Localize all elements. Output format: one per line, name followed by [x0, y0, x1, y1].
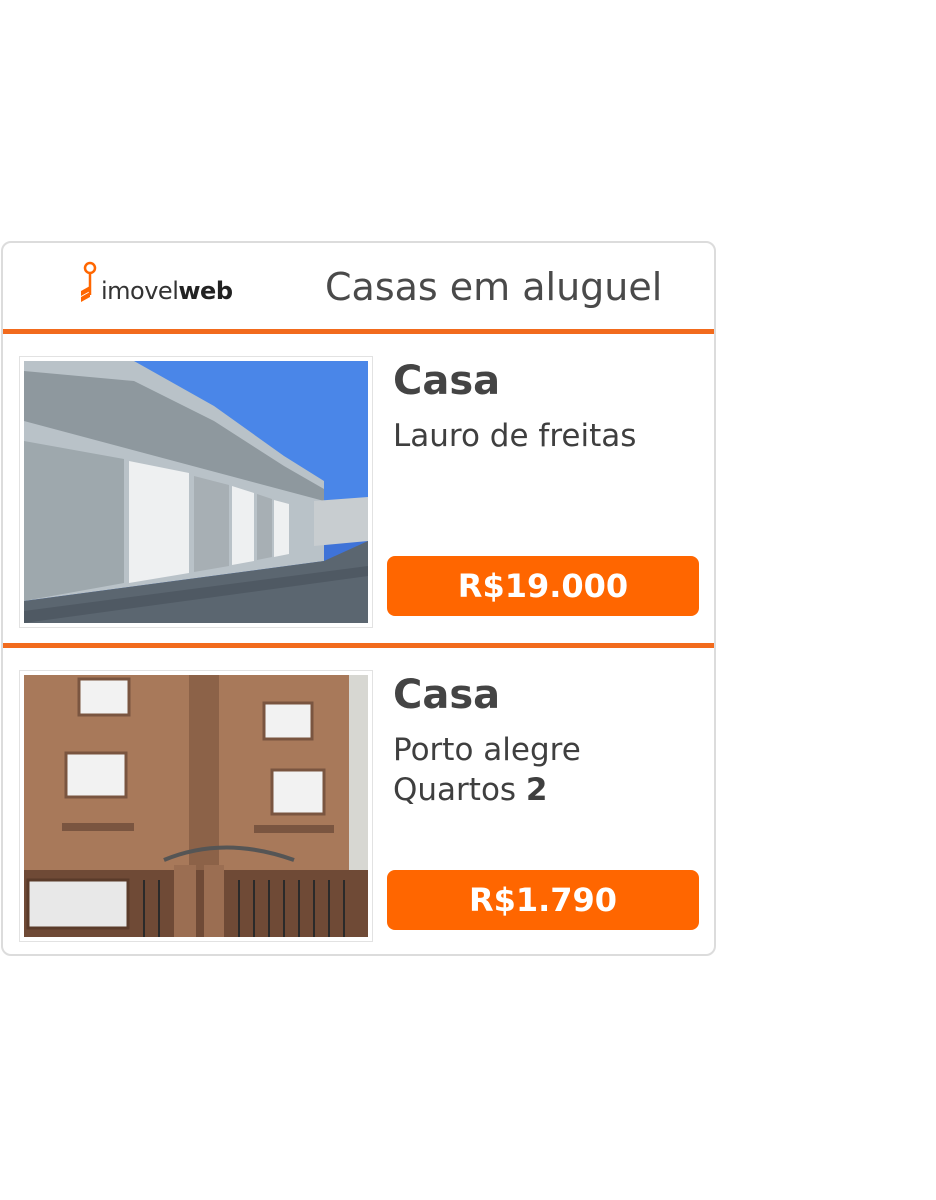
price-button[interactable]: R$19.000 [387, 556, 699, 616]
logo-text: imovelweb [101, 279, 233, 305]
listing-type: Casa [393, 672, 501, 718]
listing-location: Porto alegre [393, 732, 581, 768]
price-button[interactable]: R$1.790 [387, 870, 699, 930]
listing-photo-warehouse[interactable] [19, 356, 373, 628]
listing-type: Casa [393, 358, 501, 404]
logo-prefix: imovel [101, 277, 179, 305]
listing-card[interactable]: Casa Porto alegre Quartos 2 R$1.790 [3, 648, 714, 954]
logo-suffix: web [178, 277, 233, 305]
listing-photo-building[interactable] [19, 670, 373, 942]
warehouse-photo [24, 361, 368, 623]
listing-location: Lauro de freitas [393, 418, 637, 454]
listing-card[interactable]: Casa Lauro de freitas R$19.000 [3, 334, 714, 640]
rooms-value: 2 [525, 772, 548, 808]
listings-widget: imovelweb Casas em aluguel Casa Lauro de… [1, 241, 716, 956]
rooms-label: Quartos [393, 772, 517, 808]
widget-header: imovelweb Casas em aluguel [3, 243, 714, 330]
widget-title: Casas em aluguel [325, 265, 663, 309]
listing-rooms: Quartos 2 [393, 772, 548, 808]
apartment-building-photo [24, 675, 368, 937]
key-icon [79, 261, 99, 305]
imovelweb-logo[interactable]: imovelweb [79, 261, 233, 305]
